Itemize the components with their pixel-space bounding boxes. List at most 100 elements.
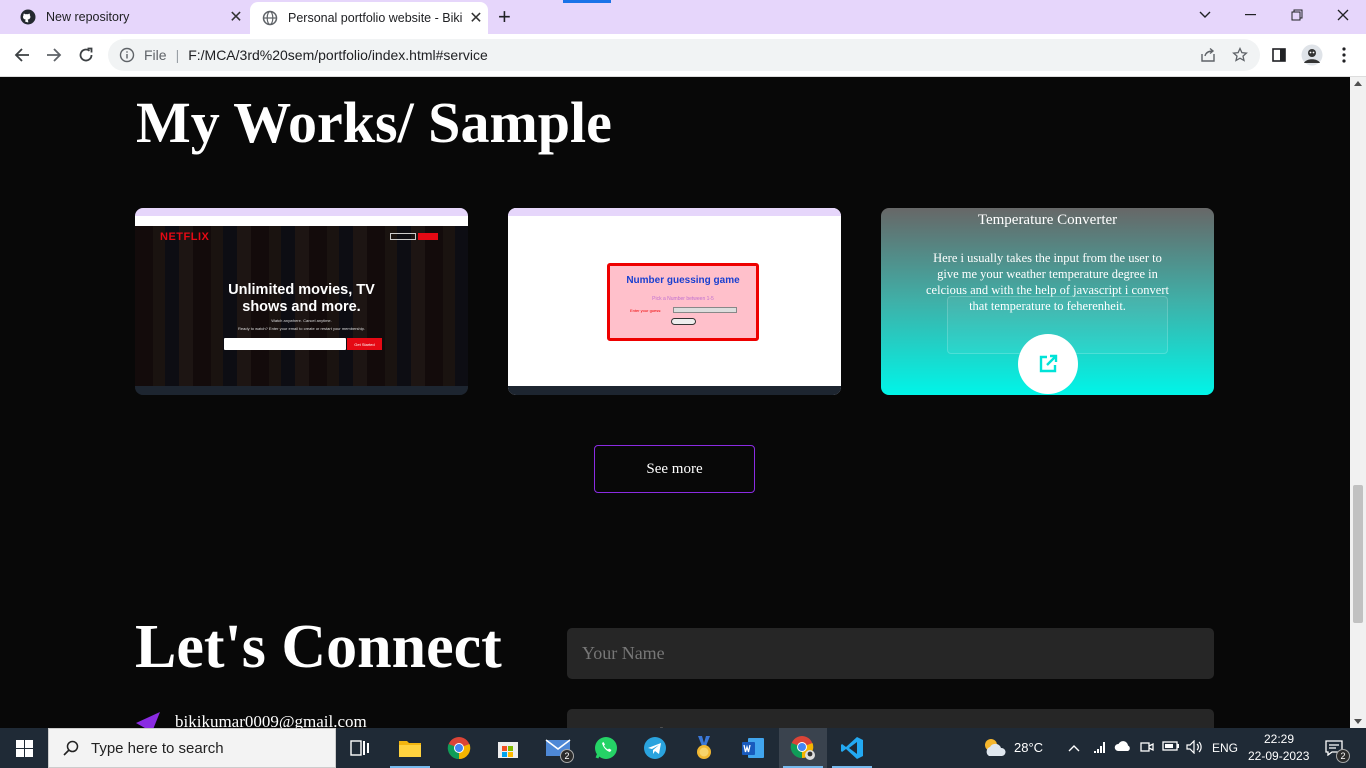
url-scheme: File bbox=[144, 47, 167, 63]
name-input[interactable] bbox=[567, 628, 1214, 679]
works-heading: My Works/ Sample bbox=[136, 90, 612, 155]
mini-browser-tabs bbox=[135, 208, 468, 216]
taskbar-vscode[interactable] bbox=[828, 728, 876, 768]
work-card-netflix[interactable]: NETFLIX Unlimited movies, TV shows and m… bbox=[135, 208, 468, 395]
taskbar-search-box[interactable]: Type here to search bbox=[48, 728, 336, 768]
url-text[interactable]: F:/MCA/3rd%20sem/portfolio/index.html#se… bbox=[188, 47, 488, 63]
new-tab-button[interactable]: + bbox=[498, 5, 511, 29]
game-guess-label: Enter your guess: bbox=[630, 308, 662, 313]
store-icon bbox=[498, 742, 518, 758]
netflix-headline: Unlimited movies, TV shows and more. bbox=[135, 282, 468, 316]
scroll-down-arrow-icon[interactable] bbox=[1354, 719, 1362, 724]
game-box: Number guessing game Pick a Number betwe… bbox=[607, 263, 759, 341]
forward-arrow-icon[interactable] bbox=[42, 43, 66, 67]
card-title: Temperature Converter bbox=[977, 212, 1118, 228]
mini-browser-tabs bbox=[508, 208, 841, 216]
netflix-headline-line1: Unlimited movies, TV bbox=[228, 282, 375, 298]
tab-portfolio[interactable]: Personal portfolio website - Biki ✕ bbox=[250, 2, 488, 34]
address-bar[interactable]: File | F:/MCA/3rd%20sem/portfolio/index.… bbox=[108, 39, 1260, 71]
mini-taskbar bbox=[508, 386, 841, 395]
site-info-icon[interactable] bbox=[118, 46, 136, 64]
page-scrollbar[interactable] bbox=[1350, 77, 1366, 728]
tab-title: New repository bbox=[46, 10, 130, 24]
work-card-temperature-converter[interactable]: Temperature Converter Here i usually tak… bbox=[881, 208, 1214, 395]
game-title: Number guessing game bbox=[626, 275, 740, 286]
netflix-language-select bbox=[390, 233, 416, 240]
weather-temperature[interactable]: 28°C bbox=[1014, 740, 1043, 755]
see-more-button[interactable]: See more bbox=[594, 445, 755, 493]
taskbar-telegram[interactable] bbox=[631, 728, 679, 768]
game-instructions: Pick a Number between 1-5 bbox=[652, 296, 714, 302]
contact-email[interactable]: bikikumar0009@gmail.com bbox=[175, 712, 367, 728]
chrome-icon bbox=[447, 737, 471, 760]
page-viewport: My Works/ Sample NETFLIX Unlimited movie… bbox=[0, 77, 1350, 728]
windows-taskbar: Type here to search 2 28°C ENG 22:29 22-… bbox=[0, 728, 1366, 768]
input-language[interactable]: ENG bbox=[1212, 741, 1238, 755]
vscode-icon bbox=[841, 737, 863, 759]
battery-icon[interactable] bbox=[1162, 740, 1180, 755]
side-panel-icon[interactable] bbox=[1267, 43, 1291, 67]
mail-badge: 2 bbox=[560, 749, 574, 763]
tab-search-indicator bbox=[563, 0, 611, 3]
scrollbar-thumb[interactable] bbox=[1353, 485, 1363, 623]
github-icon bbox=[20, 9, 36, 25]
notification-badge: 2 bbox=[1336, 749, 1350, 763]
clock-date[interactable]: 22-09-2023 bbox=[1248, 749, 1309, 763]
chrome-profile-icon bbox=[790, 736, 815, 760]
browser-menu-icon[interactable] bbox=[1332, 43, 1356, 67]
whatsapp-icon bbox=[595, 737, 617, 759]
bookmark-star-icon[interactable] bbox=[1226, 39, 1254, 71]
network-icon[interactable] bbox=[1093, 740, 1107, 757]
card-description: Here i usually takes the input from the … bbox=[926, 251, 1169, 313]
mini-taskbar bbox=[135, 386, 468, 395]
restore-icon[interactable] bbox=[1274, 0, 1320, 30]
taskbar-mail[interactable]: 2 bbox=[534, 728, 582, 768]
volume-icon[interactable] bbox=[1186, 739, 1204, 757]
netflix-get-started: Get Started bbox=[347, 338, 382, 350]
send-icon bbox=[136, 712, 160, 728]
back-arrow-icon[interactable] bbox=[10, 43, 34, 67]
task-view-icon bbox=[350, 740, 369, 756]
external-link-button[interactable] bbox=[1018, 334, 1078, 394]
tab-search-chevron-icon[interactable] bbox=[1182, 0, 1228, 30]
scroll-up-arrow-icon[interactable] bbox=[1354, 81, 1362, 86]
chevron-up-icon[interactable] bbox=[1068, 740, 1080, 755]
netflix-sign-in bbox=[418, 233, 438, 240]
windows-start-button[interactable] bbox=[0, 728, 48, 768]
work-card-number-game[interactable]: Number guessing game Pick a Number betwe… bbox=[508, 208, 841, 395]
game-guess-input bbox=[673, 307, 737, 313]
taskbar-whatsapp[interactable] bbox=[582, 728, 630, 768]
folder-icon bbox=[399, 741, 421, 757]
tab-title: Personal portfolio website - Biki bbox=[288, 11, 463, 25]
globe-icon bbox=[262, 10, 278, 26]
weather-icon[interactable] bbox=[981, 736, 1007, 763]
netflix-logo: NETFLIX bbox=[160, 231, 210, 243]
onedrive-cloud-icon[interactable] bbox=[1114, 740, 1132, 755]
taskbar-achievement-app[interactable] bbox=[680, 728, 728, 768]
profile-avatar[interactable] bbox=[1300, 43, 1324, 67]
tab-new-repository[interactable]: New repository ✕ bbox=[8, 0, 248, 34]
close-tab-icon[interactable]: ✕ bbox=[224, 7, 248, 27]
clock-time[interactable]: 22:29 bbox=[1264, 732, 1294, 746]
taskbar-store[interactable] bbox=[484, 728, 532, 768]
taskbar-search-placeholder: Type here to search bbox=[91, 739, 224, 757]
minimize-icon[interactable] bbox=[1228, 0, 1274, 30]
taskbar-chrome-profile[interactable] bbox=[779, 728, 827, 768]
close-tab-icon[interactable]: ✕ bbox=[464, 8, 488, 28]
share-icon[interactable] bbox=[1194, 39, 1222, 71]
game-submit-button bbox=[671, 318, 696, 325]
email-input[interactable] bbox=[567, 709, 1214, 728]
reload-icon[interactable] bbox=[74, 43, 98, 67]
url-separator: | bbox=[175, 47, 180, 63]
taskbar-file-explorer[interactable] bbox=[386, 728, 434, 768]
close-window-icon[interactable] bbox=[1320, 0, 1366, 30]
netflix-headline-line2: shows and more. bbox=[242, 299, 361, 315]
connect-heading: Let's Connect bbox=[135, 613, 502, 681]
mini-browser-toolbar bbox=[508, 216, 841, 226]
notification-center-button[interactable]: 2 bbox=[1314, 728, 1354, 768]
task-view-button[interactable] bbox=[336, 728, 384, 768]
taskbar-word[interactable] bbox=[729, 728, 777, 768]
contact-email-row: bikikumar0009@gmail.com bbox=[135, 711, 367, 728]
meet-now-icon[interactable] bbox=[1140, 740, 1154, 757]
taskbar-chrome[interactable] bbox=[435, 728, 483, 768]
